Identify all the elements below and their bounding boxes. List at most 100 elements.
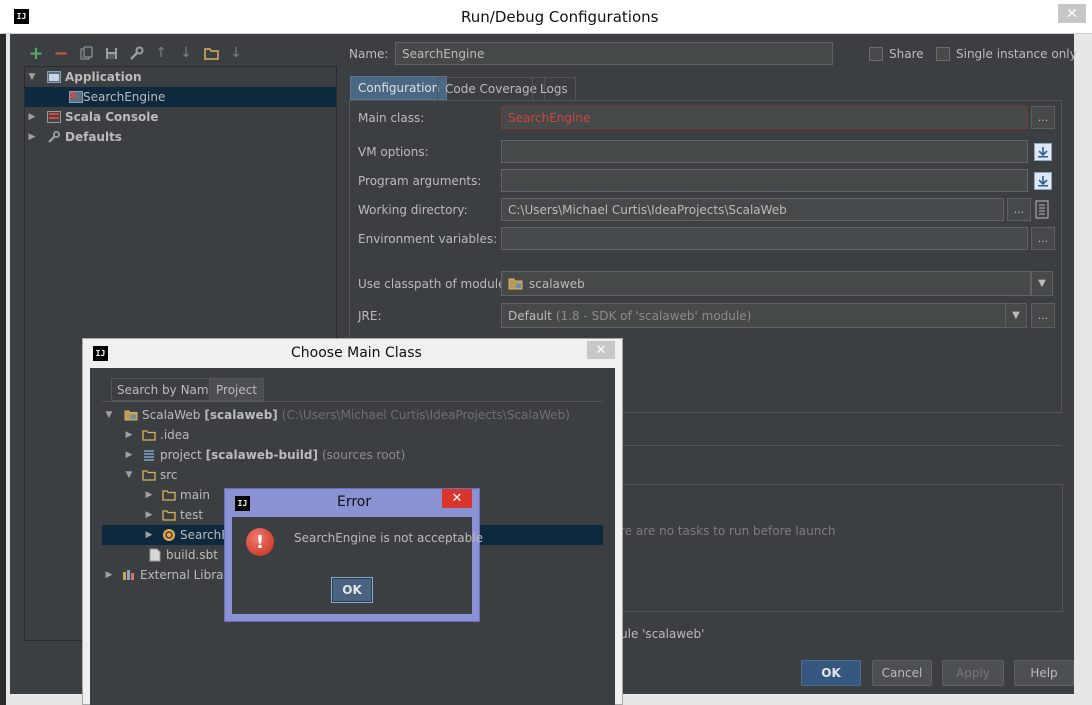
- close-window-button[interactable]: ✕: [1058, 4, 1086, 23]
- jre-select[interactable]: Default (1.8 - SDK of 'scalaweb' module): [501, 303, 1007, 328]
- tab-search-by-name[interactable]: Search by Name: [111, 378, 222, 401]
- collapse-arrow-icon[interactable]: ▶: [142, 510, 156, 520]
- tree-item-test[interactable]: ▶ test: [142, 505, 204, 525]
- tree-item-label: Application: [65, 70, 142, 84]
- tab-project[interactable]: Project: [209, 378, 265, 401]
- tree-item-scala-console[interactable]: ▶ Scala Console: [25, 107, 336, 127]
- share-label: Share: [889, 47, 924, 61]
- add-icon[interactable]: +: [28, 43, 44, 64]
- environment-variables-browse-button[interactable]: ...: [1031, 227, 1055, 250]
- tree-item-label: Scala Console: [65, 110, 159, 124]
- jre-browse-button[interactable]: ...: [1031, 303, 1055, 328]
- macro-icon[interactable]: [1034, 200, 1050, 219]
- remove-icon[interactable]: −: [53, 43, 69, 64]
- close-dialog-button[interactable]: ✕: [587, 341, 615, 359]
- tree-item-scalaweb[interactable]: ▼ ScalaWeb [scalaweb] (C:\Users\Michael …: [102, 405, 570, 425]
- tree-item-label: SearchE: [180, 528, 229, 542]
- tree-item-label: main: [180, 488, 210, 502]
- close-icon: ✕: [595, 342, 607, 358]
- intellij-icon: IJ: [93, 346, 108, 361]
- sources-root-icon: [144, 450, 154, 461]
- intellij-icon: IJ: [14, 9, 29, 24]
- collapse-arrow-icon[interactable]: ▶: [25, 112, 39, 122]
- tree-item-build-sbt[interactable]: build.sbt: [142, 545, 218, 565]
- window-title: Run/Debug Configurations: [461, 8, 659, 26]
- classpath-select[interactable]: scalaweb: [501, 271, 1031, 296]
- application-icon: [47, 71, 61, 83]
- jre-detail: (1.8 - SDK of 'scalaweb' module): [555, 308, 752, 323]
- expand-arrow-icon[interactable]: ▼: [25, 72, 39, 82]
- tree-item-label: .idea: [160, 428, 190, 442]
- collapse-arrow-icon[interactable]: ▶: [102, 570, 116, 580]
- ok-button[interactable]: OK: [801, 660, 861, 686]
- tree-item-project[interactable]: ▶ project [scalaweb-build] (sources root…: [122, 445, 406, 465]
- tab-logs[interactable]: Logs: [532, 77, 576, 101]
- classpath-value: scalaweb: [529, 276, 585, 291]
- tree-item-searchengine[interactable]: SearchEngine: [25, 87, 336, 107]
- tree-item-application[interactable]: ▼ Application: [25, 67, 336, 87]
- collapse-arrow-icon[interactable]: ▶: [122, 450, 136, 460]
- close-dialog-button[interactable]: ✕: [442, 489, 472, 508]
- ok-button[interactable]: OK: [331, 577, 373, 603]
- program-arguments-input[interactable]: [501, 169, 1028, 192]
- collapse-arrow-icon[interactable]: ▶: [25, 132, 39, 142]
- chevron-down-icon[interactable]: ▼: [1031, 271, 1053, 296]
- tree-item-src[interactable]: ▼ src: [122, 465, 178, 485]
- folder-icon[interactable]: [203, 45, 219, 61]
- tree-item-path: (C:\Users\Michael Curtis\IdeaProjects\Sc…: [281, 408, 570, 422]
- sort-icon[interactable]: ↓: [228, 45, 244, 61]
- main-class-label: Main class:: [358, 111, 425, 125]
- wrench-icon[interactable]: [128, 45, 144, 61]
- file-icon: [149, 548, 161, 562]
- tree-item-defaults[interactable]: ▶ Defaults: [25, 127, 336, 147]
- collapse-arrow-icon[interactable]: ▶: [142, 490, 156, 500]
- collapse-arrow-icon[interactable]: ▶: [142, 530, 156, 540]
- tree-item-idea[interactable]: ▶ .idea: [122, 425, 190, 445]
- main-class-input[interactable]: SearchEngine: [501, 106, 1028, 129]
- environment-variables-input[interactable]: [501, 227, 1028, 250]
- working-directory-input[interactable]: C:\Users\Michael Curtis\IdeaProjects\Sca…: [501, 198, 1004, 221]
- error-icon: !: [246, 528, 274, 556]
- tree-item-searchengine-object[interactable]: ▶ SearchE: [142, 525, 229, 545]
- classpath-label: Use classpath of module:: [358, 277, 510, 291]
- expand-editor-icon[interactable]: [1034, 172, 1052, 190]
- tree-item-external-libraries[interactable]: ▶ External Librarie: [102, 565, 240, 585]
- chevron-down-icon[interactable]: ▼: [1005, 303, 1027, 328]
- copy-icon[interactable]: [79, 45, 95, 61]
- module-folder-icon: [124, 410, 138, 421]
- vm-options-input[interactable]: [501, 140, 1028, 163]
- working-directory-browse-button[interactable]: ...: [1007, 198, 1031, 221]
- tab-code-coverage[interactable]: Code Coverage: [437, 77, 546, 101]
- expand-arrow-icon[interactable]: ▼: [122, 470, 136, 480]
- scala-console-icon: [47, 111, 61, 123]
- single-instance-checkbox[interactable]: [936, 47, 950, 61]
- tree-item-label: build.sbt: [166, 548, 218, 562]
- name-label: Name:: [349, 47, 389, 61]
- single-instance-label: Single instance only: [956, 47, 1077, 61]
- share-checkbox[interactable]: [869, 47, 883, 61]
- save-icon[interactable]: [103, 45, 119, 61]
- move-down-icon[interactable]: ↓: [178, 45, 194, 61]
- library-icon: [123, 570, 134, 580]
- help-button[interactable]: Help: [1014, 660, 1074, 686]
- apply-button[interactable]: Apply: [942, 660, 1004, 686]
- folder-icon: [162, 490, 176, 501]
- module-text: ule 'scalaweb': [620, 627, 705, 641]
- tree-item-main[interactable]: ▶ main: [142, 485, 210, 505]
- tree-item-module: [scalaweb]: [204, 408, 278, 422]
- main-class-browse-button[interactable]: ...: [1031, 106, 1055, 129]
- move-up-icon[interactable]: ↑: [153, 45, 169, 61]
- close-icon: ✕: [1066, 5, 1078, 22]
- cancel-button[interactable]: Cancel: [872, 660, 932, 686]
- expand-arrow-icon[interactable]: ▼: [102, 410, 116, 420]
- tab-configuration[interactable]: Configuration: [350, 76, 448, 100]
- collapse-arrow-icon[interactable]: ▶: [122, 430, 136, 440]
- name-input[interactable]: SearchEngine: [395, 42, 833, 65]
- scala-object-icon: [163, 529, 175, 541]
- intellij-icon: IJ: [235, 496, 250, 511]
- folder-icon: [142, 430, 156, 441]
- expand-editor-icon[interactable]: [1034, 143, 1052, 161]
- tree-item-note: (sources root): [321, 448, 406, 462]
- tree-item-label: project: [160, 448, 202, 462]
- environment-variables-label: Environment variables:: [358, 232, 498, 246]
